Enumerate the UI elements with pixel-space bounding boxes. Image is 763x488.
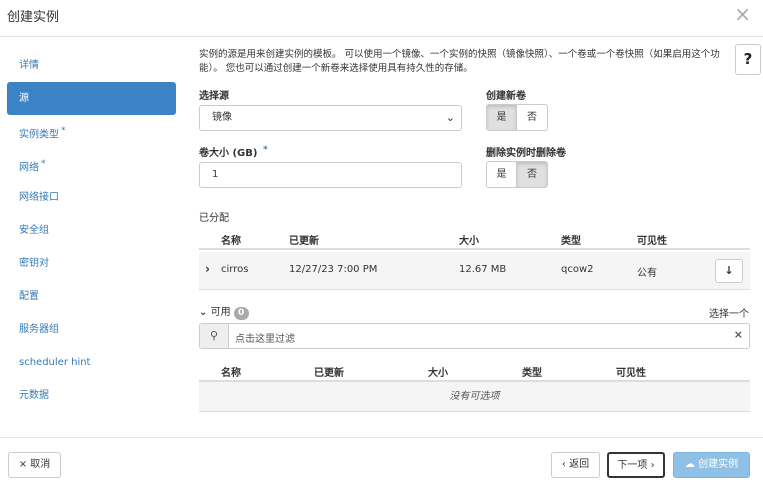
- column-header-name: 名称: [221, 368, 241, 379]
- modal-title: 创建实例: [7, 10, 60, 25]
- column-header-updated: 已更新: [289, 236, 319, 247]
- required-mark: *: [41, 159, 46, 169]
- sidebar-item-label: 详情: [19, 60, 39, 71]
- allocated-table-header: 名称 已更新 大小 类型 可见性: [199, 226, 750, 250]
- sidebar-item-label: 源: [19, 93, 29, 104]
- sidebar-item-scheduler-hint[interactable]: scheduler hint: [7, 346, 176, 379]
- source-description: 实例的源是用来创建实例的模板。 可以使用一个镜像、一个实例的快照（镜像快照）、一…: [199, 49, 720, 74]
- column-header-type: 类型: [561, 236, 581, 247]
- column-header-size: 大小: [459, 236, 479, 247]
- chevron-down-icon: ⌄: [199, 307, 208, 318]
- sidebar-item-flavor[interactable]: 实例类型 *: [7, 115, 176, 148]
- sidebar-item-label: 配置: [19, 291, 39, 302]
- create-volume-toggle: 是 否: [486, 104, 548, 131]
- close-icon[interactable]: ×: [734, 2, 751, 26]
- sidebar-item-label: 网络: [19, 162, 39, 174]
- delete-volume-no-button[interactable]: 否: [517, 161, 548, 188]
- close-icon: ×: [18, 459, 28, 470]
- cloud-upload-icon: ☁: [684, 459, 695, 470]
- column-header-size: 大小: [428, 368, 448, 379]
- chevron-down-icon: ⌄: [445, 111, 455, 124]
- available-count-badge: 0: [233, 307, 249, 320]
- row-updated: 12/27/23 7:00 PM: [289, 264, 378, 275]
- allocated-label: 已分配: [199, 213, 229, 224]
- column-header-visibility: 可见性: [616, 368, 646, 379]
- available-label: 可用: [210, 307, 231, 318]
- column-header-updated: 已更新: [314, 368, 344, 379]
- empty-message: 没有可选项: [199, 382, 750, 412]
- row-name: cirros: [221, 264, 249, 275]
- required-mark: *: [61, 126, 66, 136]
- volume-size-label: 卷大小 (GB) *: [199, 144, 268, 159]
- chevron-right-icon[interactable]: ›: [205, 262, 210, 276]
- create-volume-no-button[interactable]: 否: [517, 104, 548, 131]
- sidebar-item-details[interactable]: 详情: [7, 49, 176, 82]
- modal-footer: × 取消 ‹ 返回 下一项 › ☁ 创建实例: [0, 437, 763, 488]
- available-toggle[interactable]: ⌄ 可用 0: [199, 303, 249, 320]
- create-instance-label: 创建实例: [698, 459, 739, 470]
- sidebar-item-label: 网络接口: [19, 192, 59, 203]
- help-icon[interactable]: ?: [735, 44, 761, 75]
- delete-volume-label: 删除实例时删除卷: [486, 148, 566, 159]
- sidebar-item-label: 服务器组: [19, 324, 59, 335]
- select-source-dropdown[interactable]: 镜像 ⌄: [199, 105, 462, 131]
- arrow-down-icon: ↓: [724, 264, 734, 277]
- filter-bar: ⚲ 点击这里过滤 ×: [199, 323, 750, 349]
- column-header-type: 类型: [522, 368, 542, 379]
- sidebar-item-key-pair[interactable]: 密钥对: [7, 247, 176, 280]
- delete-volume-yes-button[interactable]: 是: [486, 161, 517, 188]
- sidebar-item-metadata[interactable]: 元数据: [7, 379, 176, 412]
- column-header-visibility: 可见性: [637, 236, 667, 247]
- volume-size-input[interactable]: 1: [199, 162, 462, 188]
- available-table-header: 名称 已更新 大小 类型 可见性: [199, 358, 750, 382]
- cancel-button[interactable]: × 取消: [8, 452, 61, 478]
- sidebar-item-source[interactable]: 源: [7, 82, 176, 115]
- sidebar-item-server-groups[interactable]: 服务器组: [7, 313, 176, 346]
- modal-header: 创建实例 ×: [0, 0, 763, 37]
- select-source-label: 选择源: [199, 91, 229, 102]
- create-volume-label: 创建新卷: [486, 91, 526, 102]
- sidebar-item-label: scheduler hint: [19, 357, 91, 368]
- sidebar-item-networks[interactable]: 网络 *: [7, 148, 176, 181]
- delete-volume-toggle: 是 否: [486, 161, 548, 188]
- select-source-value: 镜像: [212, 112, 232, 123]
- deallocate-button[interactable]: ↓: [715, 259, 743, 283]
- create-instance-button[interactable]: ☁ 创建实例: [673, 452, 750, 478]
- filter-input[interactable]: 点击这里过滤: [235, 330, 295, 345]
- row-visibility: 公有: [637, 268, 657, 279]
- sidebar-item-label: 实例类型: [19, 129, 59, 141]
- sidebar-item-label: 元数据: [19, 390, 49, 401]
- row-type: qcow2: [561, 264, 594, 275]
- table-row: › cirros 12/27/23 7:00 PM 12.67 MB qcow2…: [199, 252, 750, 290]
- clear-filter-icon[interactable]: ×: [734, 328, 743, 341]
- row-size: 12.67 MB: [459, 264, 507, 275]
- next-button[interactable]: 下一项 ›: [607, 452, 665, 478]
- wizard-sidebar: 详情 源 实例类型 * 网络 * 网络接口 安全组 密钥对 配置 服务器组 sche…: [7, 49, 176, 412]
- sidebar-item-network-ports[interactable]: 网络接口: [7, 181, 176, 214]
- create-volume-yes-button[interactable]: 是: [486, 104, 517, 131]
- sidebar-item-label: 安全组: [19, 225, 49, 236]
- search-icon: ⚲: [200, 324, 229, 348]
- sidebar-item-label: 密钥对: [19, 258, 49, 269]
- cancel-label: 取消: [30, 459, 51, 470]
- back-button[interactable]: ‹ 返回: [551, 452, 600, 478]
- select-one-hint: 选择一个: [709, 309, 749, 320]
- sidebar-item-security-groups[interactable]: 安全组: [7, 214, 176, 247]
- sidebar-item-configuration[interactable]: 配置: [7, 280, 176, 313]
- column-header-name: 名称: [221, 236, 241, 247]
- required-mark: *: [262, 144, 268, 155]
- volume-size-label-text: 卷大小 (GB): [199, 148, 258, 159]
